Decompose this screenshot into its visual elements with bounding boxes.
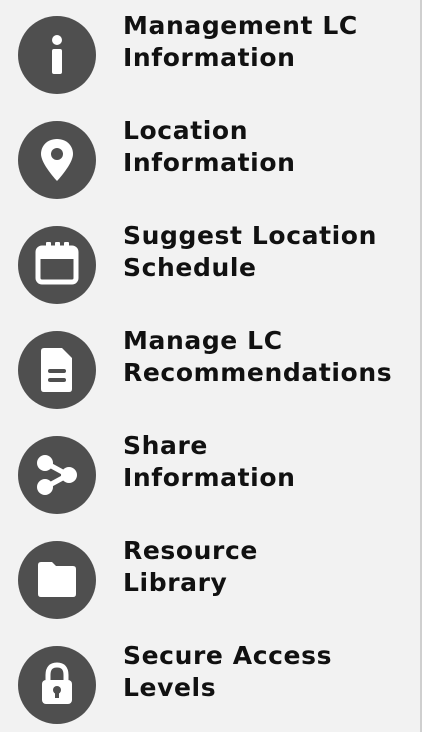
menu-item-label: Secure Access Levels [123,641,333,702]
share-icon [18,436,96,514]
menu-item-label: Suggest Location Schedule [123,221,377,282]
menu-item-label: Resource Library [123,536,258,597]
side-menu-panel: Management LC Information Location Infor… [0,0,422,732]
menu-item-suggest-location-schedule[interactable]: Suggest Location Schedule [18,220,418,312]
lock-icon [18,646,96,724]
info-icon [18,16,96,94]
menu-item-label: Manage LC Recommendations [123,326,393,387]
menu-item-share-information[interactable]: Share Information [18,430,418,522]
document-icon [18,331,96,409]
menu-item-location-information[interactable]: Location Information [18,115,418,207]
menu-item-label: Share Information [123,431,296,492]
folder-icon [18,541,96,619]
menu-item-management-lc-information[interactable]: Management LC Information [18,10,418,102]
menu-item-label: Management LC Information [123,11,358,72]
menu-item-manage-lc-recommendations[interactable]: Manage LC Recommendations [18,325,418,417]
location-pin-icon [18,121,96,199]
menu-item-resource-library[interactable]: Resource Library [18,535,418,627]
menu-item-secure-access-levels[interactable]: Secure Access Levels [18,640,418,732]
menu-item-label: Location Information [123,116,296,177]
calendar-icon [18,226,96,304]
